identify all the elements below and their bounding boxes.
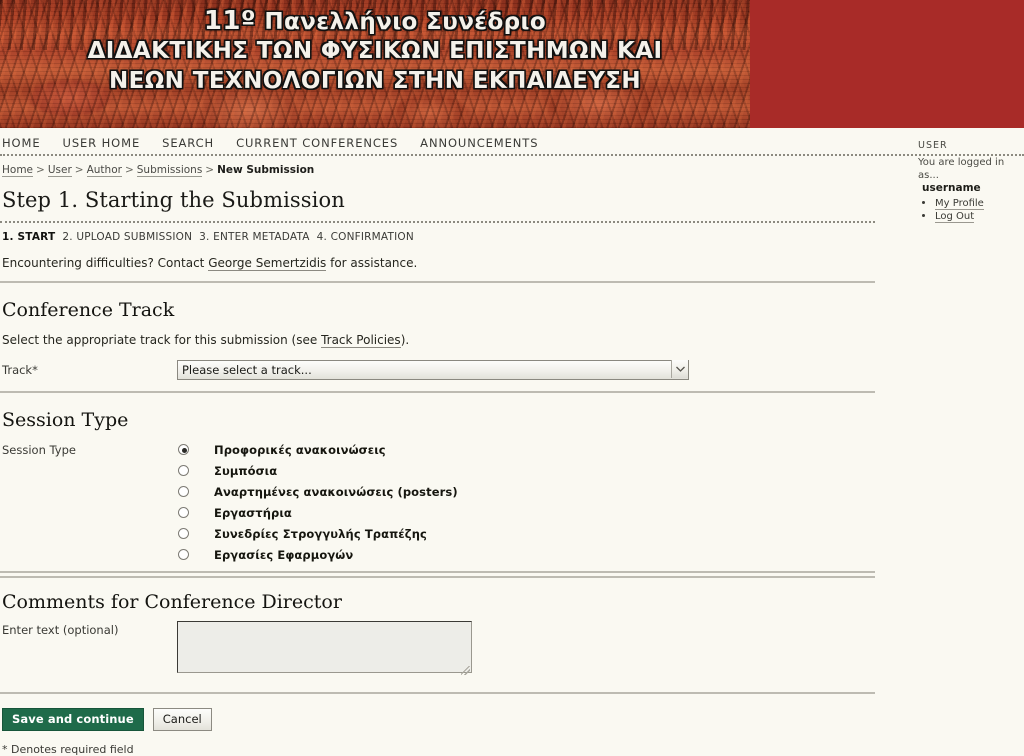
nav-item-announcements[interactable]: ANNOUNCEMENTS bbox=[420, 132, 538, 151]
session-type-label-1: Προφορικές ανακοινώσεις bbox=[214, 442, 386, 457]
user-sidebar: USER You are logged in as... username My… bbox=[918, 140, 1024, 223]
contact-person-link[interactable]: George Semertzidis bbox=[208, 256, 327, 271]
sidebar-link-log-out[interactable]: Log Out bbox=[935, 211, 975, 223]
banner-line-1-rest: Πανελλήνιο Συνέδριο bbox=[255, 9, 547, 35]
track-helper-suffix: ). bbox=[400, 333, 410, 347]
comments-field-label: Enter text (optional) bbox=[2, 623, 119, 637]
session-type-options: Session Type Προφορικές ανακοινώσεις Συμ… bbox=[0, 439, 900, 565]
breadcrumb-separator: > bbox=[205, 164, 215, 176]
session-type-heading: Session Type bbox=[2, 409, 129, 431]
divider-above-conference-track bbox=[0, 281, 875, 283]
session-type-row-3[interactable]: Αναρτημένες ανακοινώσεις (posters) bbox=[0, 481, 900, 502]
divider-above-buttons bbox=[0, 692, 875, 694]
divider-dotted-top bbox=[0, 221, 875, 223]
sidebar-item-my-profile[interactable]: My Profile bbox=[935, 197, 1024, 210]
breadcrumb-link-user[interactable]: User bbox=[47, 164, 72, 177]
track-select-wrapper: Please select a track... bbox=[177, 359, 689, 380]
comments-field-row: Enter text (optional) bbox=[0, 621, 900, 677]
track-field-label: Track* bbox=[2, 362, 38, 377]
nav-link-home[interactable]: HOME bbox=[2, 136, 41, 150]
radio-icon-session-1[interactable] bbox=[178, 444, 189, 455]
radio-icon-session-4[interactable] bbox=[178, 507, 189, 518]
breadcrumb: Home > User > Author > Submissions > New Submiss… bbox=[0, 160, 900, 177]
divider-above-comments bbox=[0, 571, 900, 578]
step-1-start[interactable]: 1. START bbox=[2, 231, 55, 243]
nav-link-user-home[interactable]: USER HOME bbox=[63, 136, 141, 150]
banner-edition-number: 11º bbox=[203, 6, 256, 36]
divider-line-lower bbox=[0, 576, 875, 578]
cancel-button[interactable]: Cancel bbox=[152, 708, 212, 731]
session-type-row-4[interactable]: Εργαστήρια bbox=[0, 502, 900, 523]
session-type-field-label: Session Type bbox=[2, 442, 76, 457]
divider-above-session-type bbox=[0, 391, 875, 393]
breadcrumb-separator: > bbox=[124, 164, 134, 176]
step-2-upload-submission[interactable]: 2. UPLOAD SUBMISSION bbox=[62, 231, 192, 243]
nav-item-search[interactable]: SEARCH bbox=[162, 132, 214, 151]
comments-heading: Comments for Conference Director bbox=[2, 591, 342, 613]
breadcrumb-link-submissions[interactable]: Submissions bbox=[136, 164, 203, 177]
sidebar-links: My Profile Log Out bbox=[918, 197, 1024, 223]
breadcrumb-separator: > bbox=[74, 164, 84, 176]
session-type-label-4: Εργαστήρια bbox=[214, 505, 292, 520]
track-field-row: Track* Please select a track... bbox=[0, 359, 900, 380]
difficulties-note: Encountering difficulties? Contact Georg… bbox=[2, 256, 900, 271]
breadcrumb-separator: > bbox=[36, 164, 45, 176]
site-banner: 11º Πανελλήνιο Συνέδριο ΔΙΔΑΚΤΙΚΗΣ ΤΩΝ Φ… bbox=[0, 0, 1024, 128]
comments-textarea-wrapper bbox=[177, 621, 472, 677]
conference-track-heading: Conference Track bbox=[2, 299, 175, 321]
conference-track-helper: Select the appropriate track for this su… bbox=[2, 333, 900, 348]
session-type-label-3: Αναρτημένες ανακοινώσεις (posters) bbox=[214, 484, 458, 499]
nav-item-user-home[interactable]: USER HOME bbox=[63, 132, 141, 151]
session-type-label-6: Εργασίες Εφαρμογών bbox=[214, 547, 354, 562]
logged-in-text: You are logged in as... bbox=[918, 157, 1005, 181]
track-policies-link[interactable]: Track Policies bbox=[321, 333, 401, 348]
breadcrumb-current: New Submission bbox=[217, 164, 315, 176]
radio-icon-session-5[interactable] bbox=[178, 528, 189, 539]
banner-line-3: ΝΕΩΝ ΤΕΧΝΟΛΟΓΙΩΝ ΣΤΗΝ ΕΚΠΑΙΔΕΥΣΗ bbox=[108, 68, 642, 94]
sidebar-link-my-profile[interactable]: My Profile bbox=[935, 198, 984, 210]
track-helper-prefix: Select the appropriate track for this su… bbox=[2, 333, 322, 347]
banner-title: 11º Πανελλήνιο Συνέδριο ΔΙΔΑΚΤΙΚΗΣ ΤΩΝ Φ… bbox=[0, 8, 750, 96]
session-type-label-2: Συμπόσια bbox=[214, 463, 278, 478]
required-field-note: * Denotes required field bbox=[2, 743, 134, 756]
submission-steps: 1. START 2. UPLOAD SUBMISSION 3. ENTER MET… bbox=[2, 231, 900, 243]
sidebar-item-log-out[interactable]: Log Out bbox=[935, 210, 1024, 223]
session-type-row-2[interactable]: Συμπόσια bbox=[0, 460, 900, 481]
nav-list: HOME USER HOME SEARCH CURRENT CONFERENCE… bbox=[0, 128, 1024, 154]
track-select[interactable]: Please select a track... bbox=[177, 360, 689, 380]
radio-icon-session-2[interactable] bbox=[178, 465, 189, 476]
breadcrumb-link-home[interactable]: Home bbox=[2, 164, 34, 177]
session-type-label-5: Συνεδρίες Στρογγυλής Τραπέζης bbox=[214, 526, 427, 541]
step-4-confirmation[interactable]: 4. CONFIRMATION bbox=[317, 231, 414, 243]
form-actions: Save and continue Cancel bbox=[2, 708, 900, 731]
session-type-row-5[interactable]: Συνεδρίες Στρογγυλής Τραπέζης bbox=[0, 523, 900, 544]
nav-item-home[interactable]: HOME bbox=[2, 132, 41, 151]
session-type-row-1[interactable]: Session Type Προφορικές ανακοινώσεις bbox=[0, 439, 900, 460]
nav-link-search[interactable]: SEARCH bbox=[162, 136, 214, 150]
nav-link-current-conferences[interactable]: CURRENT CONFERENCES bbox=[236, 136, 398, 150]
main-content: Home > User > Author > Submissions > New Submiss… bbox=[0, 160, 900, 756]
banner-line-1: 11º Πανελλήνιο Συνέδριο bbox=[0, 8, 750, 36]
banner-line-2: ΔΙΔΑΚΤΙΚΗΣ ΤΩΝ ΦΥΣΙΚΩΝ ΕΠΙΣΤΗΜΩΝ ΚΑΙ bbox=[87, 38, 663, 64]
session-type-row-6[interactable]: Εργασίες Εφαρμογών bbox=[0, 544, 900, 565]
step-3-enter-metadata[interactable]: 3. ENTER METADATA bbox=[199, 231, 309, 243]
username-value: username bbox=[922, 182, 981, 194]
nav-link-announcements[interactable]: ANNOUNCEMENTS bbox=[420, 136, 538, 150]
difficulties-prefix: Encountering difficulties? Contact bbox=[2, 256, 209, 270]
radio-icon-session-3[interactable] bbox=[178, 486, 189, 497]
comments-textarea[interactable] bbox=[177, 621, 472, 673]
page-title: Step 1. Starting the Submission bbox=[2, 188, 345, 212]
save-and-continue-button[interactable]: Save and continue bbox=[2, 708, 144, 731]
nav-item-current-conferences[interactable]: CURRENT CONFERENCES bbox=[236, 132, 398, 151]
sidebar-title-user: USER bbox=[918, 140, 948, 151]
divider-line-upper bbox=[0, 571, 875, 573]
radio-icon-session-6[interactable] bbox=[178, 549, 189, 560]
breadcrumb-link-author[interactable]: Author bbox=[86, 164, 122, 177]
main-navigation: HOME USER HOME SEARCH CURRENT CONFERENCE… bbox=[0, 128, 1024, 156]
difficulties-suffix: for assistance. bbox=[326, 256, 418, 270]
